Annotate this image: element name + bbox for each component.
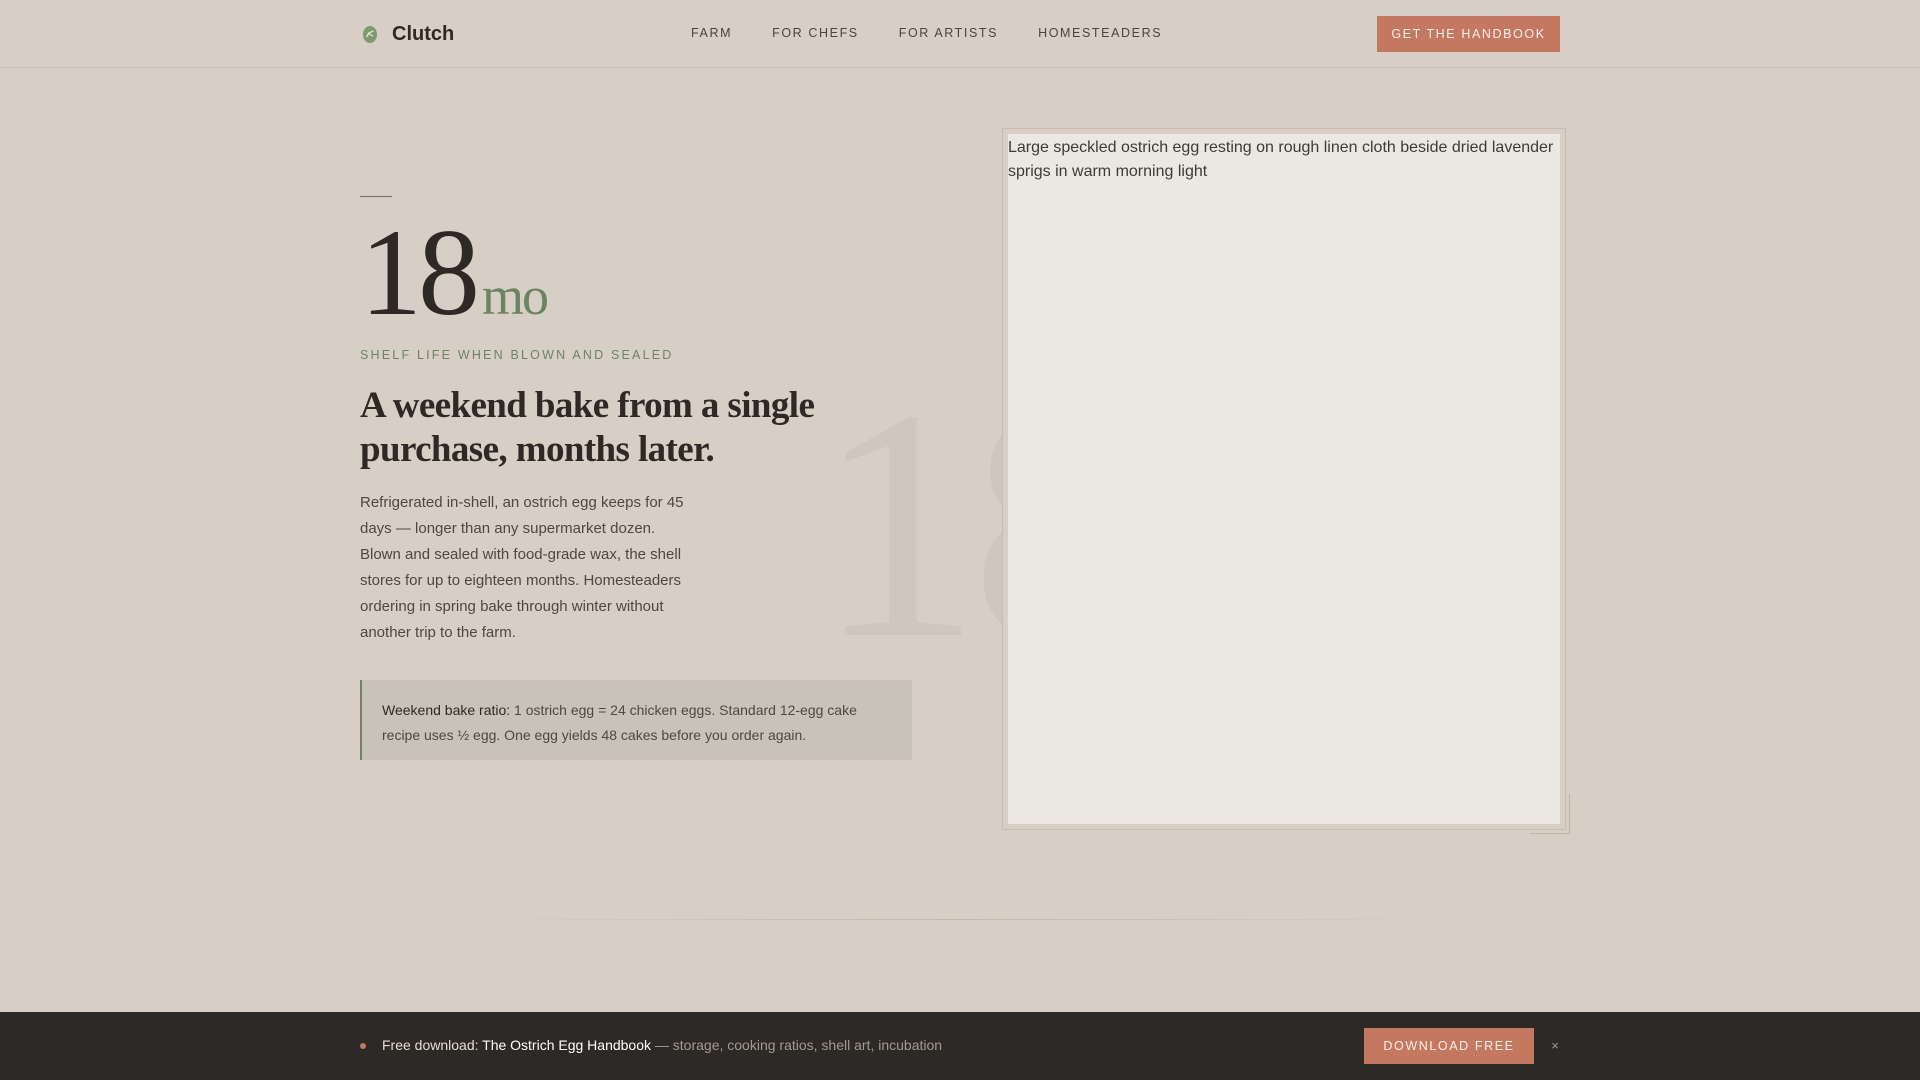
shelf-life-stat: 18 mo — [360, 204, 549, 341]
hero-image-frame: Large speckled ostrich egg resting on ro… — [1002, 128, 1566, 830]
stat-unit: mo — [482, 266, 549, 326]
nav-farm[interactable]: FARM — [691, 26, 732, 40]
brand-name: Clutch — [392, 22, 455, 45]
main-nav: FARM FOR CHEFS FOR ARTISTS HOMESTEADERS — [691, 26, 1162, 40]
nav-homesteaders[interactable]: HOMESTEADERS — [1038, 26, 1162, 40]
brand-logo[interactable]: Clutch — [360, 20, 454, 48]
banner-prefix: Free download: — [382, 1037, 483, 1053]
section-divider — [460, 919, 1460, 920]
banner-title: The Ostrich Egg Handbook — [482, 1037, 652, 1053]
frame-corner-accent — [1530, 794, 1570, 834]
banner-dot-icon — [360, 1043, 366, 1049]
accent-rule — [360, 196, 392, 197]
bake-ratio-callout: Weekend bake ratio: 1 ostrich egg = 24 c… — [360, 680, 912, 760]
download-free-button[interactable]: DOWNLOAD FREE — [1364, 1028, 1534, 1064]
nav-for-chefs[interactable]: FOR CHEFS — [772, 26, 859, 40]
callout-label: Weekend bake ratio: — [382, 702, 511, 718]
stat-number: 18 — [360, 204, 480, 341]
get-handbook-button[interactable]: GET THE HANDBOOK — [1377, 16, 1560, 52]
nav-for-artists[interactable]: FOR ARTISTS — [899, 26, 998, 40]
hero-headline: A weekend bake from a single purchase, m… — [360, 385, 815, 470]
download-banner — [0, 1012, 1920, 1080]
stat-caption: SHELF LIFE WHEN BLOWN AND SEALED — [360, 348, 674, 362]
image-alt-text: Large speckled ostrich egg resting on ro… — [1008, 139, 1554, 180]
hero-body: Refrigerated in-shell, an ostrich egg ke… — [360, 494, 684, 641]
site-header: Clutch FARM FOR CHEFS FOR ARTISTS HOMEST… — [0, 0, 1920, 68]
hero-image-placeholder: Large speckled ostrich egg resting on ro… — [1008, 134, 1560, 824]
close-icon[interactable]: × — [1548, 1036, 1562, 1056]
banner-message: Free download: The Ostrich Egg Handbook … — [382, 1037, 942, 1053]
egg-leaf-icon — [363, 26, 377, 43]
banner-tail: — storage, cooking ratios, shell art, in… — [651, 1037, 943, 1053]
